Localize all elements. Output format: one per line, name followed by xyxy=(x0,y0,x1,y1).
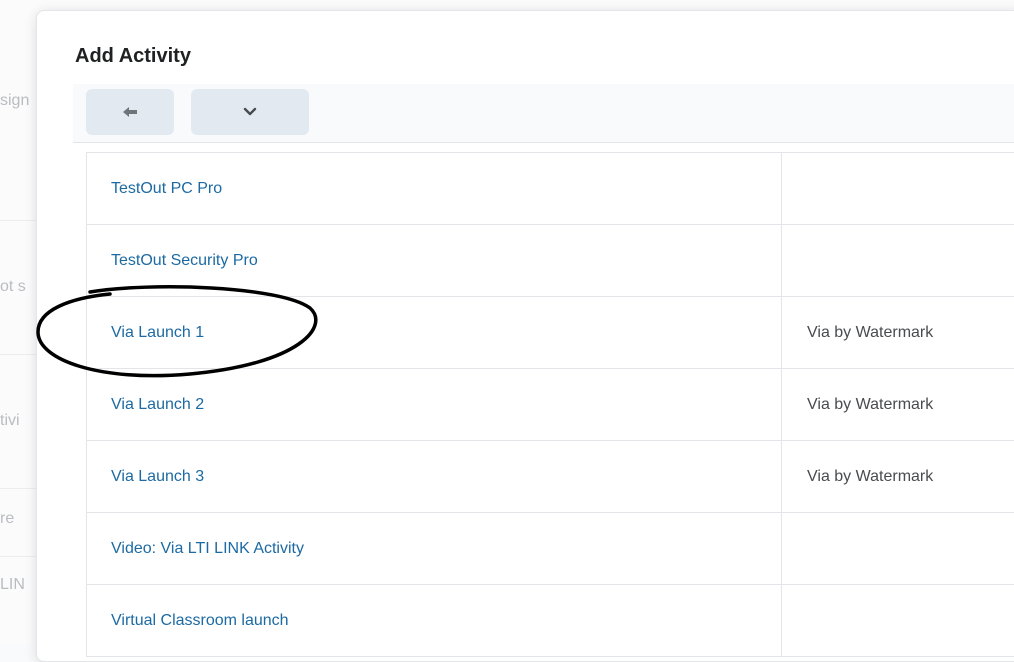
dialog-toolbar xyxy=(73,84,1014,143)
column-divider xyxy=(781,513,782,584)
dialog-title: Add Activity xyxy=(75,45,191,67)
column-divider xyxy=(781,153,782,224)
activity-link[interactable]: Via Launch 2 xyxy=(111,369,204,440)
activity-table: TestOut PC Pro TestOut Security Pro Via … xyxy=(86,152,1014,657)
add-activity-dialog: Add Activity TestOut PC Pro TestOut Secu… xyxy=(36,10,1014,662)
column-divider xyxy=(781,225,782,296)
table-row: Via Launch 3 Via by Watermark xyxy=(86,441,1014,513)
back-button[interactable] xyxy=(86,89,174,135)
activity-link[interactable]: Virtual Classroom launch xyxy=(111,585,289,656)
activity-link[interactable]: Via Launch 3 xyxy=(111,441,204,512)
background-divider xyxy=(0,220,40,221)
column-divider xyxy=(781,369,782,440)
activity-link[interactable]: TestOut PC Pro xyxy=(111,153,222,224)
column-divider xyxy=(781,441,782,512)
background-text: tivi xyxy=(0,412,20,429)
activity-link[interactable]: TestOut Security Pro xyxy=(111,225,258,296)
background-divider xyxy=(0,488,40,489)
table-row: Virtual Classroom launch xyxy=(86,585,1014,657)
table-row: TestOut Security Pro xyxy=(86,225,1014,297)
activity-link[interactable]: Via Launch 1 xyxy=(111,297,204,368)
activity-provider: Via by Watermark xyxy=(807,468,934,485)
background-text: LIN xyxy=(0,576,25,593)
activity-provider: Via by Watermark xyxy=(807,324,934,341)
table-row: Via Launch 1 Via by Watermark xyxy=(86,297,1014,369)
background-text: ot s xyxy=(0,278,26,295)
background-text: re xyxy=(0,510,15,527)
column-divider xyxy=(781,585,782,656)
activity-link[interactable]: Video: Via LTI LINK Activity xyxy=(111,513,304,584)
table-row: Via Launch 2 Via by Watermark xyxy=(86,369,1014,441)
table-row: Video: Via LTI LINK Activity xyxy=(86,513,1014,585)
background-divider xyxy=(0,556,40,557)
activity-provider: Via by Watermark xyxy=(807,396,934,413)
table-row: TestOut PC Pro xyxy=(86,152,1014,225)
chevron-down-icon xyxy=(243,107,257,116)
arrow-left-icon xyxy=(123,107,137,117)
more-options-button[interactable] xyxy=(191,89,309,135)
background-text: sign xyxy=(0,92,30,109)
column-divider xyxy=(781,297,782,368)
background-divider xyxy=(0,354,40,355)
